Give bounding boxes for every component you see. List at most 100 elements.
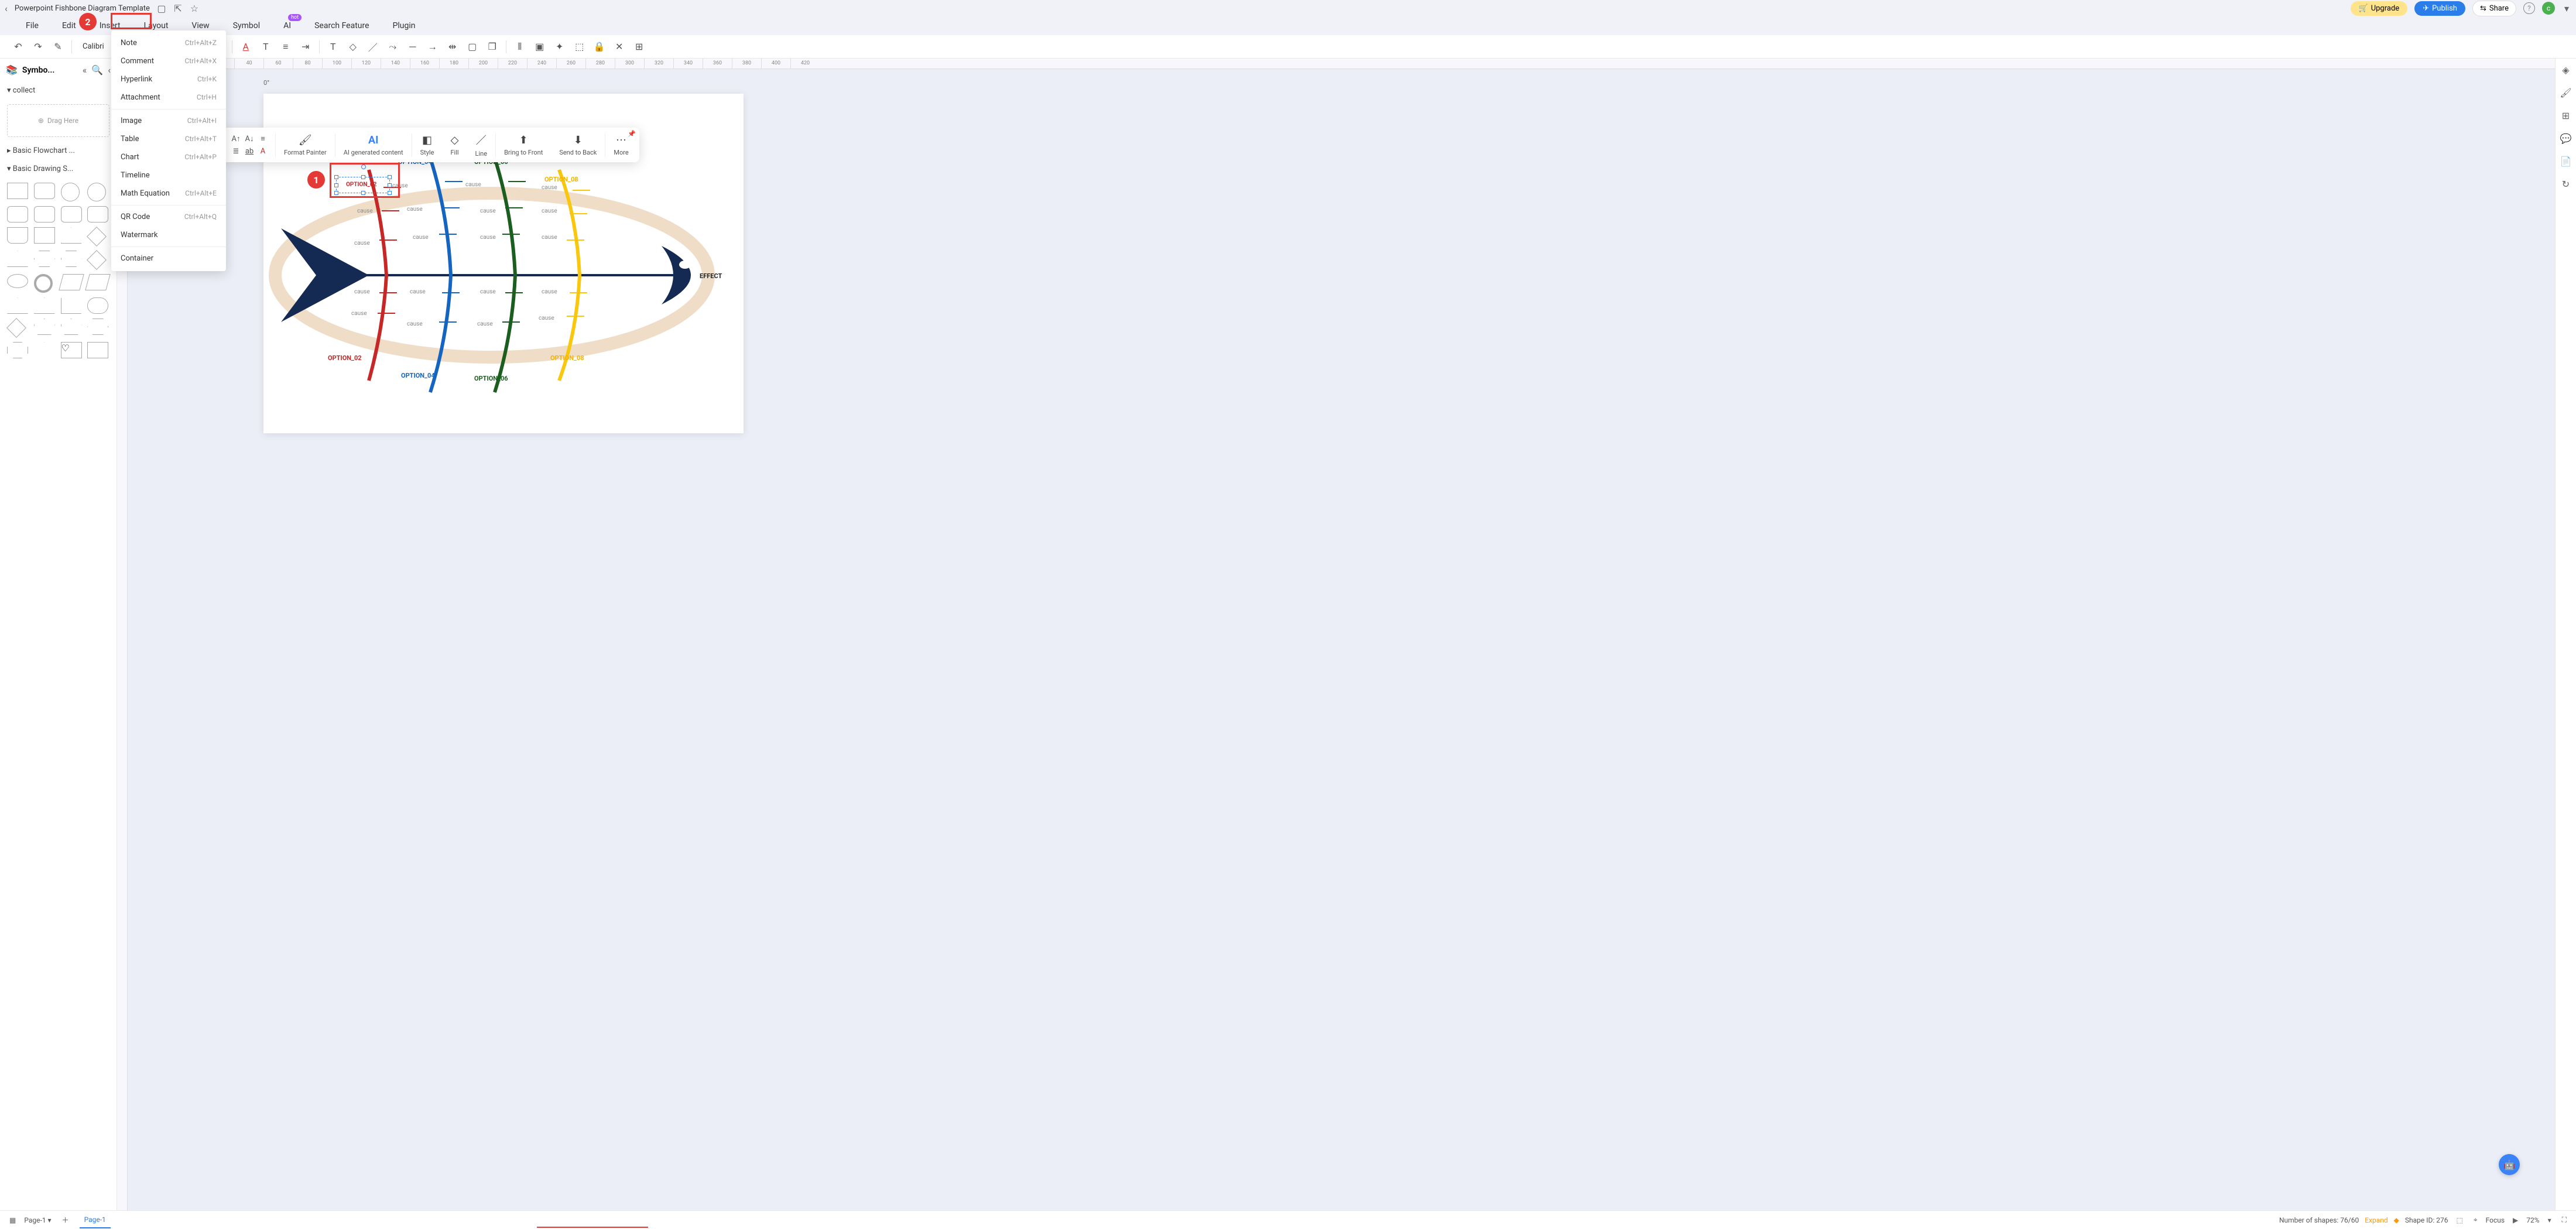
rp-brush-icon[interactable]: 🖌: [2560, 87, 2571, 98]
shape-rounded4[interactable]: [87, 206, 108, 222]
focus-label[interactable]: Focus: [2486, 1216, 2505, 1224]
shape-rtri[interactable]: [61, 297, 82, 314]
publish-button[interactable]: ✈ Publish: [2414, 1, 2465, 16]
shape-para[interactable]: [59, 274, 84, 290]
rp-grid-icon[interactable]: ⊞: [2562, 110, 2570, 121]
resize-handle[interactable]: [388, 183, 392, 187]
help-button[interactable]: ?: [2523, 2, 2535, 14]
shape-dia2[interactable]: [87, 250, 107, 270]
shape-tri4[interactable]: [34, 297, 55, 314]
ft-fill[interactable]: ◇Fill: [442, 133, 467, 158]
align-button[interactable]: ≡: [279, 40, 292, 53]
shape-pent[interactable]: [34, 319, 55, 335]
layout-icon[interactable]: ▦: [7, 1216, 18, 1224]
shape-oct[interactable]: [7, 342, 28, 358]
save-icon[interactable]: ▢: [157, 3, 166, 14]
line-style-button[interactable]: ─: [406, 40, 419, 53]
ft-font-smaller[interactable]: A↓: [244, 133, 255, 144]
canvas-button[interactable]: ▢: [466, 40, 479, 53]
shape-ellipse[interactable]: [7, 274, 28, 288]
text-tool-button[interactable]: T: [327, 40, 340, 53]
pin-icon[interactable]: 📌: [628, 130, 636, 138]
shape-rounded2[interactable]: [34, 206, 55, 222]
dd-timeline[interactable]: Timeline: [111, 166, 226, 184]
menu-search[interactable]: Search Feature: [303, 18, 381, 34]
focus-icon[interactable]: ⌖: [2471, 1216, 2480, 1224]
resize-handle[interactable]: [334, 191, 338, 195]
dd-container[interactable]: Container: [111, 249, 226, 268]
line-button[interactable]: ／: [366, 40, 379, 53]
ft-list[interactable]: ≣: [231, 146, 241, 156]
shape-frame[interactable]: [34, 227, 55, 244]
shape-para2[interactable]: [85, 274, 111, 290]
zoom-level[interactable]: 72%: [2526, 1216, 2539, 1224]
spacing-button[interactable]: ⇹: [446, 40, 459, 53]
symbols-collapse-icon[interactable]: «: [83, 64, 87, 76]
fullscreen-icon[interactable]: ⛶: [2560, 1216, 2569, 1224]
ft-line[interactable]: ／Line: [467, 131, 496, 159]
rp-diamond-icon[interactable]: ◈: [2562, 64, 2569, 76]
ft-align[interactable]: ≡: [258, 133, 268, 144]
frame-button[interactable]: ▣: [533, 40, 546, 53]
shape-rect[interactable]: [7, 183, 28, 199]
dd-note[interactable]: NoteCtrl+Alt+Z: [111, 34, 226, 52]
page-tab[interactable]: Page-1: [80, 1212, 111, 1228]
shape-pent2[interactable]: [61, 319, 82, 335]
shape-triangle[interactable]: [61, 227, 82, 244]
menu-ai[interactable]: AIhot: [272, 18, 303, 34]
shape-circle[interactable]: [61, 183, 80, 201]
open-external-icon[interactable]: ⇱: [173, 3, 183, 14]
resize-handle[interactable]: [334, 175, 338, 179]
arrow-button[interactable]: →: [426, 40, 439, 53]
share-button[interactable]: ⇆ Share: [2472, 1, 2516, 16]
dd-image[interactable]: ImageCtrl+Alt+I: [111, 112, 226, 130]
back-button[interactable]: ‹: [5, 3, 8, 14]
align-objects-button[interactable]: ⫴: [513, 40, 526, 53]
ft-bring-front[interactable]: ⬆Bring to Front: [496, 133, 551, 158]
layers-button[interactable]: ❐: [486, 40, 499, 53]
cat-flowchart[interactable]: ▸ Basic Flowchart ...: [0, 142, 117, 160]
shape-diamond[interactable]: [87, 227, 107, 247]
add-page-button[interactable]: ＋: [57, 1213, 74, 1227]
chevron-down-icon[interactable]: ▾: [2562, 3, 2571, 14]
dd-comment[interactable]: CommentCtrl+Alt+X: [111, 52, 226, 70]
fill-button[interactable]: ◇: [347, 40, 359, 53]
shape-pill[interactable]: [87, 297, 108, 314]
shape-circle2[interactable]: [87, 183, 106, 201]
shape-heart[interactable]: ♡: [61, 342, 82, 358]
resize-handle[interactable]: [361, 191, 365, 195]
redo-button[interactable]: ↷: [32, 40, 44, 53]
shape-dia3[interactable]: [6, 318, 26, 338]
format-painter-button[interactable]: ✎: [52, 40, 64, 53]
connector-button[interactable]: ⤳: [386, 40, 399, 53]
crop-button[interactable]: ⬚: [573, 40, 586, 53]
shape-ring[interactable]: [34, 274, 53, 293]
dd-watermark[interactable]: Watermark: [111, 226, 226, 244]
cat-basic-drawing[interactable]: ▾ Basic Drawing S...: [0, 160, 117, 178]
shape-rect2[interactable]: [7, 206, 28, 222]
chat-button[interactable]: 🤖: [2499, 1154, 2520, 1175]
shape-hex[interactable]: [34, 251, 55, 267]
dd-qrcode[interactable]: QR CodeCtrl+Alt+Q: [111, 208, 226, 226]
expand-link[interactable]: Expand: [2365, 1216, 2387, 1224]
canvas[interactable]: -40-200204060801001201401601802002202402…: [117, 59, 2555, 1210]
tools-button[interactable]: ✕: [613, 40, 626, 53]
shape-hex3[interactable]: [87, 319, 108, 335]
dd-table[interactable]: TableCtrl+Alt+T: [111, 130, 226, 148]
menu-symbol[interactable]: Symbol: [221, 18, 272, 34]
dd-attachment[interactable]: AttachmentCtrl+H: [111, 88, 226, 107]
font-name[interactable]: Calibri: [79, 42, 108, 51]
page-selector[interactable]: Page-1 ▾: [24, 1216, 51, 1224]
ft-format-painter[interactable]: 🖌Format Painter: [276, 133, 335, 158]
shape-square[interactable]: [87, 342, 108, 358]
shape-rounded3[interactable]: [61, 206, 82, 222]
rotation-handle[interactable]: [361, 165, 366, 169]
star-icon[interactable]: ☆: [190, 3, 199, 14]
upgrade-button[interactable]: 🛒 Upgrade: [2351, 1, 2408, 16]
search-icon[interactable]: 🔍: [91, 64, 103, 76]
menu-plugin[interactable]: Plugin: [381, 18, 427, 34]
drag-here-zone[interactable]: ⊕ Drag Here: [7, 104, 109, 137]
ft-underline[interactable]: ab: [244, 146, 255, 156]
effects-button[interactable]: ✦: [553, 40, 566, 53]
shape-rounded-rect[interactable]: [34, 183, 55, 199]
